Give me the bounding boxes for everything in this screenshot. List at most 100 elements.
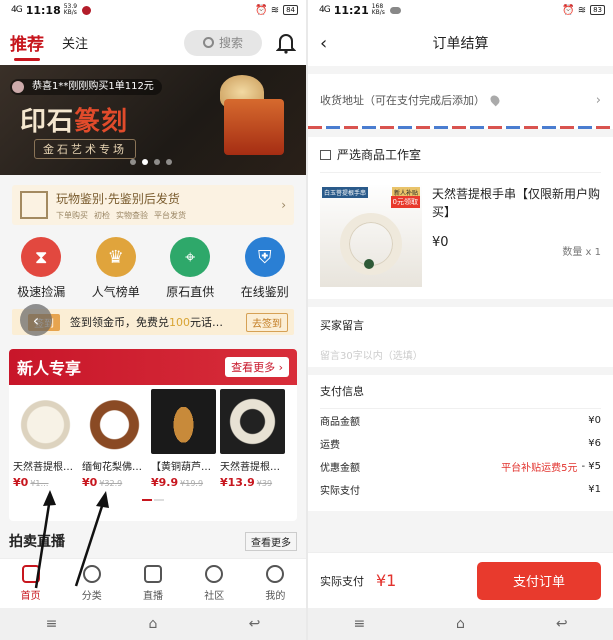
tab-recommend[interactable]: 推荐	[10, 30, 44, 61]
store-name: 严选商品工作室	[337, 148, 422, 162]
item-name: 天然菩提根手串【仅限新用户购买】	[432, 187, 601, 219]
new-user-title: 新人专享	[17, 359, 82, 378]
banner-subtitle: 金石艺术专场	[34, 139, 136, 159]
shield-icon: ⛨	[244, 237, 285, 277]
menu-icon[interactable]: ≡	[46, 616, 58, 632]
address-label: 收货地址（可在支付完成后添加）	[320, 94, 485, 107]
checkout-screen: 4G 11:21 168 KB/s ⏰ ≋ 83 ‹ 订单结算 收货地址（可在支付…	[308, 0, 613, 640]
signin-button[interactable]: 去签到	[246, 312, 288, 332]
profile-icon	[266, 565, 285, 583]
status-time: 11:21	[333, 3, 369, 17]
payment-row: 优惠金额 平台补贴运费5元 - ¥5	[320, 461, 601, 474]
category-quick-deal[interactable]: ⧗ 极速捡漏	[6, 237, 76, 305]
new-user-header: 新人专享 查看更多 ›	[9, 349, 297, 385]
tv-icon	[144, 565, 162, 583]
product-card[interactable]: 天然菩提根… ¥0 ¥1…	[13, 389, 78, 489]
address-row[interactable]: 收货地址（可在支付完成后添加） ›	[308, 74, 613, 126]
crown-icon: ♛	[95, 237, 136, 277]
pay-order-button[interactable]: 支付订单	[477, 561, 601, 600]
cloud-icon	[389, 6, 401, 14]
product-card[interactable]: 天然菩提根… ¥13.9 ¥39	[220, 389, 285, 489]
menu-icon[interactable]: ≡	[353, 616, 365, 632]
buyer-message: 买家留言 留言30字以内（选填）	[308, 307, 613, 367]
home-system-icon[interactable]: ⌂	[149, 616, 158, 632]
nav-community[interactable]: 社区	[184, 559, 245, 608]
view-more-button[interactable]: 查看更多 ›	[225, 357, 289, 377]
network-speed: 53.9 KB/s	[63, 3, 78, 16]
product-card[interactable]: 【黄铜葫芦… ¥9.9 ¥19.9	[151, 389, 216, 489]
promo-banner[interactable]: 恭喜1**刚刚购买1单112元 印石篆刻 金石艺术专场	[0, 65, 306, 175]
alarm-icon: ⏰	[255, 4, 268, 16]
status-time: 11:18	[25, 3, 61, 17]
order-item: 白玉菩提根手串 新人补贴 0元领取 天然菩提根手串【仅限新用户购买】 ¥0 数量…	[320, 173, 601, 299]
wifi-icon: ≋	[577, 4, 587, 16]
purchase-notice: 恭喜1**刚刚购买1单112元	[10, 79, 162, 95]
nav-profile[interactable]: 我的	[245, 559, 306, 608]
chevron-right-icon: ›	[595, 92, 601, 108]
product-image	[151, 389, 216, 454]
product-card[interactable]: 缅甸花梨佛… ¥0 ¥32.9	[82, 389, 147, 489]
item-quantity: 数量 x 1	[562, 247, 601, 258]
seal-image	[224, 99, 284, 155]
network-speed: 168 KB/s	[371, 3, 385, 16]
community-icon	[205, 565, 224, 583]
page-title: 订单结算	[432, 36, 489, 52]
category-raw-stone[interactable]: ⌖ 原石直供	[155, 237, 225, 305]
hourglass-icon: ⧗	[21, 237, 62, 277]
message-label: 买家留言	[320, 319, 364, 332]
payment-row: 运费 ¥6	[320, 438, 601, 451]
authentication-strip[interactable]: 玩物鉴别·先鉴别后发货 下单购买 初检 实物查验 平台发货 ›	[12, 185, 294, 225]
checkout-footer: 实际支付 ¥1 支付订单	[308, 552, 613, 608]
status-bar: 4G 11:18 53.9 KB/s ⏰ ≋ 84	[0, 0, 306, 20]
product-image: 白玉菩提根手串 新人补贴 0元领取	[320, 185, 422, 287]
store-header: 严选商品工作室	[320, 137, 601, 173]
authentication-steps: 下单购买 初检 实物查验 平台发货	[56, 210, 186, 220]
tab-follow[interactable]: 关注	[62, 33, 88, 52]
search-input[interactable]: 搜索	[184, 29, 262, 56]
back-system-icon[interactable]: ↩	[556, 616, 568, 632]
system-nav: ≡ ⌂ ↩	[308, 608, 613, 640]
home-screen: 4G 11:18 53.9 KB/s ⏰ ≋ 84 推荐 关注 搜索 恭喜1**刚…	[0, 0, 306, 640]
message-input[interactable]: 留言30字以内（选填）	[320, 347, 601, 362]
payment-title: 支付信息	[320, 375, 601, 409]
wifi-icon: ≋	[270, 4, 280, 16]
banner-title: 印石篆刻	[20, 107, 129, 137]
back-icon[interactable]: ‹	[320, 33, 327, 54]
category-online-appraisal[interactable]: ⛨ 在线鉴别	[230, 237, 300, 305]
battery-icon: 84	[283, 5, 298, 15]
payment-row: 实际支付 ¥1	[320, 484, 601, 497]
payment-row: 商品金额 ¥0	[320, 415, 601, 428]
address-stripe	[308, 126, 613, 129]
category-popular[interactable]: ♛ 人气榜单	[81, 237, 151, 305]
signal-indicator: 4G	[319, 5, 331, 15]
home-system-icon[interactable]: ⌂	[456, 616, 465, 632]
live-more-button[interactable]: 查看更多	[245, 531, 297, 551]
alarm-icon: ⏰	[562, 4, 575, 16]
store-section: 严选商品工作室 白玉菩提根手串 新人补贴 0元领取 天然菩提根手串【仅限新用户购…	[308, 137, 613, 299]
chevron-right-icon: ›	[281, 198, 286, 212]
product-image	[82, 389, 147, 454]
back-system-icon[interactable]: ↩	[249, 616, 261, 632]
back-floating-button[interactable]: ‹	[20, 304, 52, 336]
search-placeholder: 搜索	[218, 36, 243, 50]
checkout-header: ‹ 订单结算	[308, 20, 613, 66]
banner-pagination	[130, 159, 172, 165]
product-image	[13, 389, 78, 454]
signal-indicator: 4G	[11, 5, 23, 15]
avatar	[12, 81, 24, 93]
authentication-logo-icon	[20, 191, 48, 219]
system-nav: ≡ ⌂ ↩	[0, 608, 306, 640]
signin-bar[interactable]: 签到 签到领金币，免费兑100元话… 去签到	[12, 309, 294, 335]
top-header: 推荐 关注 搜索	[0, 20, 306, 65]
payment-info: 支付信息 商品金额 ¥0 运费 ¥6 优惠金额 平台补贴运费5元 - ¥5 实际支付 ¥1	[308, 375, 613, 511]
category-grid: ⧗ 极速捡漏 ♛ 人气榜单 ⌖ 原石直供 ⛨ 在线鉴别	[0, 225, 306, 305]
product-list: 天然菩提根… ¥0 ¥1… 缅甸花梨佛… ¥0 ¥32.9 【黄铜葫芦… ¥9.9 ¥…	[9, 385, 297, 489]
total-amount: ¥1	[376, 571, 397, 590]
annotation-arrows	[34, 490, 109, 589]
authentication-title: 玩物鉴别·先鉴别后发货	[56, 191, 180, 206]
bell-icon[interactable]	[276, 32, 296, 54]
total-label: 实际支付	[320, 574, 364, 588]
product-image	[220, 389, 285, 454]
location-icon	[488, 93, 502, 107]
nav-live[interactable]: 直播	[122, 559, 183, 608]
